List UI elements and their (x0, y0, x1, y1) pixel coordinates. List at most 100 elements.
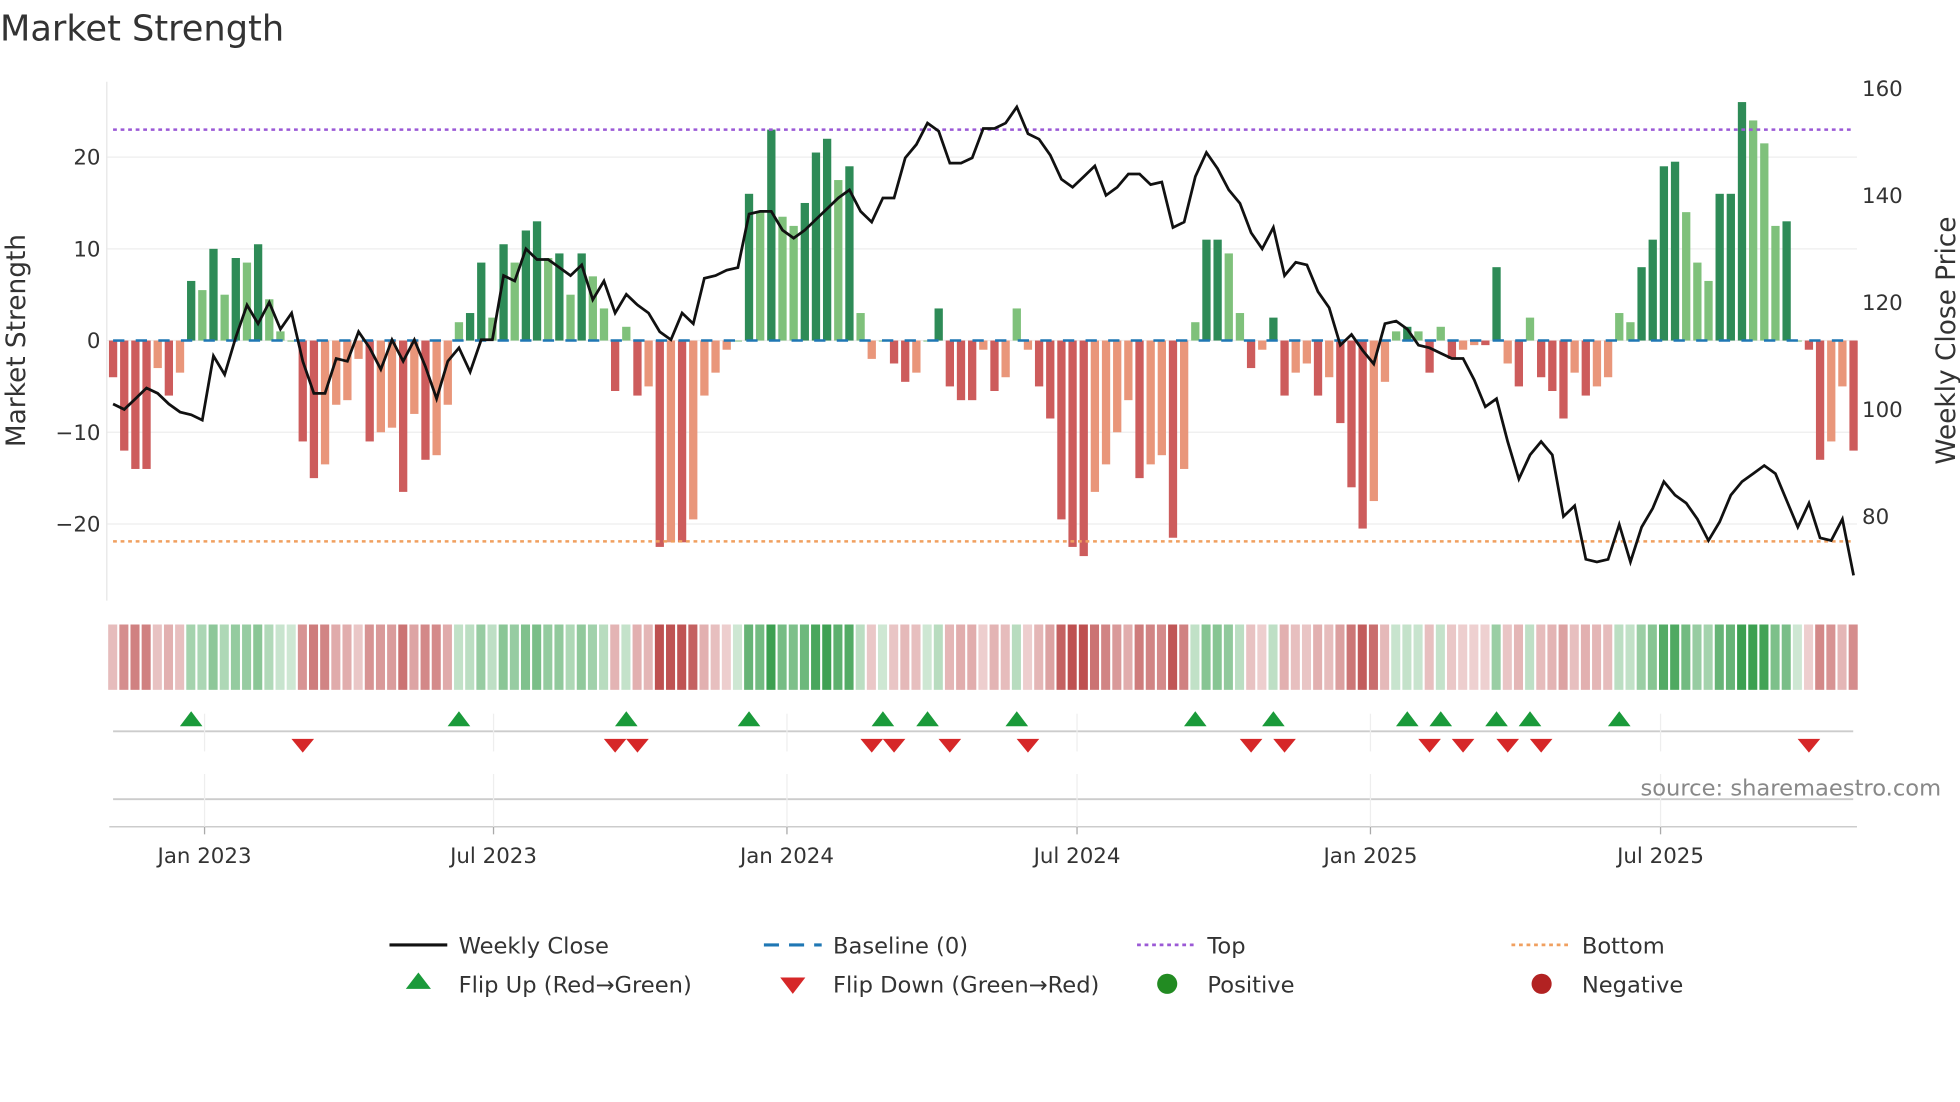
reference-lines (113, 128, 1855, 543)
flip-up-marker (1183, 711, 1207, 727)
heat-cell (119, 624, 129, 690)
strength-bar (633, 340, 642, 396)
strength-bar (1325, 340, 1334, 378)
strength-bar (1291, 340, 1300, 373)
heat-cell (1837, 624, 1847, 690)
strength-bar (979, 340, 988, 350)
strength-bar (209, 248, 218, 341)
strength-bar (610, 340, 620, 391)
heat-cell (732, 624, 743, 690)
heat-cell (911, 624, 921, 690)
strength-bar (990, 340, 999, 391)
heat-cell (1089, 624, 1100, 690)
strength-bar (532, 221, 542, 341)
heat-cell (654, 624, 664, 690)
strength-bar (1737, 102, 1747, 341)
strength-bar (1146, 340, 1155, 465)
heat-cell (1290, 624, 1300, 690)
heat-cell (442, 624, 452, 690)
strength-bar (1849, 340, 1858, 451)
negative-dot-icon (1531, 973, 1552, 994)
strength-bar (1726, 193, 1735, 341)
strength-bar (1168, 340, 1178, 538)
strength-heat-strip (108, 624, 1858, 690)
heat-cell (398, 624, 408, 690)
heat-cell (1335, 624, 1345, 690)
legend-positive: Positive (1207, 973, 1294, 999)
heat-cell (1023, 624, 1033, 690)
heat-cell (532, 624, 542, 690)
strength-bar (889, 340, 899, 364)
heat-cell (509, 624, 519, 690)
strength-bar (856, 313, 865, 341)
strength-bar (711, 340, 720, 373)
strength-bar (1570, 340, 1579, 373)
strength-bar (599, 308, 609, 341)
heat-cell (878, 624, 888, 690)
heat-cell (1324, 624, 1334, 690)
heat-cell (1424, 624, 1434, 690)
heat-cell (353, 624, 363, 690)
strength-bar (1637, 267, 1646, 341)
strength-bar (1202, 239, 1211, 341)
heat-cell (866, 624, 876, 690)
strength-bar (320, 340, 330, 465)
legend-weekly-close: Weekly Close (459, 934, 609, 960)
strength-bar (1068, 340, 1077, 547)
y-tick-label: 20 (73, 146, 100, 171)
heat-cell (788, 624, 798, 690)
heat-cell (1502, 624, 1512, 690)
x-tick-label: Jul 2025 (1615, 844, 1704, 869)
legend-baseline: Baseline (0) (833, 934, 968, 960)
flip-down-marker (1529, 738, 1553, 753)
strength-bar (1034, 340, 1044, 387)
heat-cell (1156, 624, 1166, 690)
strength-bar (1715, 193, 1724, 341)
strength-bar (410, 340, 419, 414)
chart-title: Market Strength (0, 8, 284, 49)
strength-bar (1626, 322, 1635, 341)
strength-bar (1425, 340, 1434, 373)
strength-bar (1224, 253, 1233, 341)
heat-cell (688, 624, 698, 690)
heat-cell (1067, 624, 1077, 690)
heat-cell (1658, 624, 1669, 690)
strength-bar (1157, 340, 1166, 456)
strength-bar (566, 294, 575, 341)
heat-cell (1681, 624, 1691, 690)
x-tick-label: Jan 2023 (156, 844, 252, 869)
heat-cell (1212, 624, 1222, 690)
strength-bar (1079, 340, 1088, 557)
flip-up-marker (1395, 711, 1419, 727)
flip-down-marker (1797, 738, 1821, 753)
heat-cell (264, 624, 274, 690)
strength-bar (1481, 340, 1490, 346)
strength-bar (677, 340, 687, 543)
heat-cell (1603, 624, 1613, 690)
heat-cell (1458, 624, 1468, 690)
x-axis-ticks: Jan 2023 Jul 2023 Jan 2024 Jul 2024 Jan 2025… (156, 826, 1704, 869)
y-axis-label: Market Strength (2, 234, 32, 447)
y-tick-label: 10 (73, 237, 100, 262)
strength-bar (968, 340, 977, 401)
x-tick-label: Jan 2025 (1321, 844, 1417, 869)
strength-bar (1782, 221, 1791, 341)
strength-bar (1023, 340, 1033, 350)
heat-cell (1536, 624, 1546, 690)
strength-bar (834, 180, 843, 341)
heat-cell (1848, 624, 1858, 690)
heat-cell (989, 624, 999, 690)
heat-cell (1770, 624, 1780, 690)
strength-bar (1592, 340, 1602, 387)
heat-cell (677, 624, 687, 690)
heat-cell (1670, 624, 1680, 690)
strength-bar (912, 340, 921, 373)
heat-cell (1759, 624, 1769, 690)
heat-cell (1402, 624, 1412, 690)
strength-bar (1436, 326, 1445, 341)
strength-bar (1503, 340, 1512, 364)
heat-cell (610, 624, 620, 690)
heat-cell (141, 624, 151, 690)
strength-bar (1336, 340, 1345, 424)
strength-bar (1682, 212, 1691, 341)
